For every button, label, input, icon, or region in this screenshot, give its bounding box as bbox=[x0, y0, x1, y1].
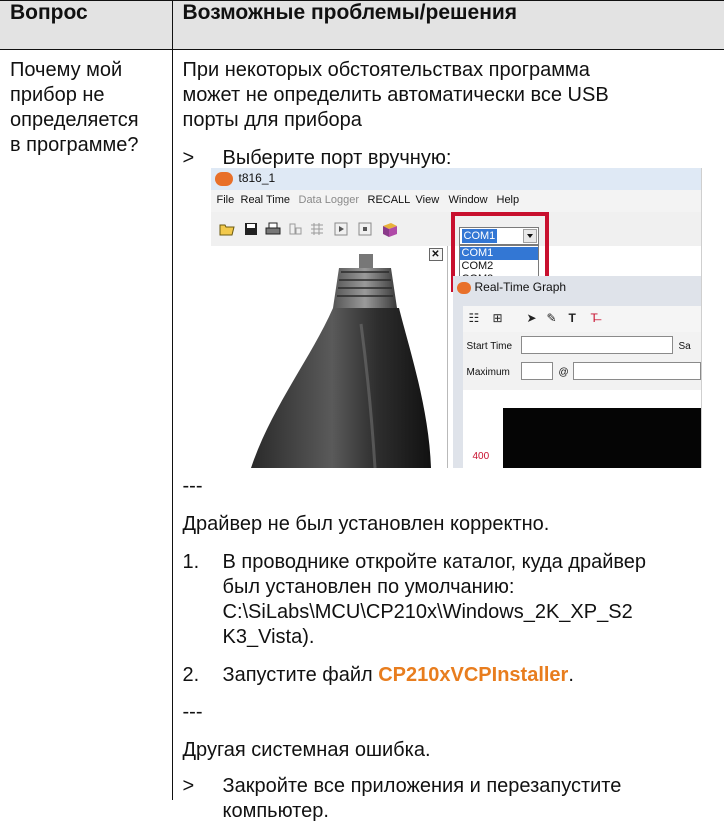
header-question: Вопрос bbox=[0, 1, 172, 50]
edit-icon[interactable]: ✎ bbox=[547, 312, 557, 325]
sample-label: Sa bbox=[679, 340, 691, 353]
step-line: был установлен по умолчанию: bbox=[223, 575, 647, 600]
realtime-graph-title: Real-Time Graph bbox=[475, 281, 567, 294]
menu-bar: File Real Time Data Logger RECALL View W… bbox=[211, 190, 701, 212]
cursor-icon[interactable]: ➤ bbox=[527, 312, 537, 325]
save-icon[interactable] bbox=[243, 222, 259, 236]
testo-logo-icon bbox=[215, 172, 233, 186]
step-text: Запустите файл CP210xVCPInstaller. bbox=[223, 663, 574, 688]
menu-real-time[interactable]: Real Time bbox=[241, 194, 291, 207]
window-title: t816_1 bbox=[239, 172, 276, 185]
step-text: Закройте все приложения и перезапустите … bbox=[223, 774, 622, 824]
step-marker: > bbox=[183, 146, 213, 171]
window-titlebar: t816_1 bbox=[211, 168, 701, 191]
at-label: @ bbox=[559, 366, 569, 379]
step-line: компьютер. bbox=[223, 799, 622, 824]
graph-toolbar: ☷ ⊞ ➤ ✎ T T̶ bbox=[463, 306, 701, 332]
realtime-graph-window: Real-Time Graph ☷ ⊞ ➤ ✎ T T̶ Start Time … bbox=[453, 276, 701, 468]
installer-file-name: CP210xVCPInstaller bbox=[378, 664, 568, 686]
step-marker: 2. bbox=[183, 663, 213, 688]
grid-icon[interactable] bbox=[309, 222, 325, 236]
answer-cell: При некоторых обстоятельствах программа … bbox=[172, 50, 724, 801]
system-error: Другая системная ошибка. bbox=[183, 738, 724, 763]
question-line: в программе? bbox=[10, 133, 168, 158]
driver-problem: Драйвер не был установлен корректно. bbox=[183, 512, 724, 537]
menu-data-logger[interactable]: Data Logger bbox=[299, 194, 360, 207]
separator: --- bbox=[183, 700, 724, 725]
menu-recall[interactable]: RECALL bbox=[368, 194, 411, 207]
maximum-time-input[interactable] bbox=[573, 362, 701, 380]
start-time-label: Start Time bbox=[467, 340, 513, 353]
maximum-label: Maximum bbox=[467, 366, 510, 379]
graph-axis-label: 400 bbox=[473, 450, 490, 463]
print-icon[interactable] bbox=[265, 222, 281, 236]
step-text: В проводнике откройте каталог, куда драй… bbox=[223, 550, 647, 650]
menu-window[interactable]: Window bbox=[449, 194, 488, 207]
question-line: прибор не bbox=[10, 83, 168, 108]
menu-view[interactable]: View bbox=[416, 194, 440, 207]
start-time-input[interactable] bbox=[521, 336, 673, 354]
maximum-input[interactable] bbox=[521, 362, 553, 380]
faq-table: Вопрос Возможные проблемы/решения Почему… bbox=[0, 0, 724, 800]
channel-icon[interactable]: ⊞ bbox=[493, 312, 503, 325]
driver-path: C:\SiLabs\MCU\CP210x\Windows_2K_XP_S2 bbox=[223, 600, 647, 625]
table-header-row: Вопрос Возможные проблемы/решения bbox=[0, 1, 724, 50]
device-icon[interactable] bbox=[287, 222, 303, 236]
step-prefix: Запустите файл bbox=[223, 664, 379, 686]
testo-logo-icon bbox=[457, 282, 471, 294]
stop-icon[interactable] bbox=[357, 222, 373, 236]
open-folder-icon[interactable] bbox=[219, 222, 235, 236]
graph-plot bbox=[503, 408, 701, 468]
separator: --- bbox=[183, 474, 724, 499]
play-icon[interactable] bbox=[333, 222, 349, 236]
step-marker: 1. bbox=[183, 550, 213, 575]
intro-line: При некоторых обстоятельствах программа bbox=[183, 58, 724, 83]
step-marker: > bbox=[183, 774, 213, 799]
graph-area: 400 bbox=[463, 390, 701, 468]
graph-settings-form: Start Time Sa Maximum @ bbox=[463, 332, 701, 390]
question-cell: Почему мой прибор не определяется в прог… bbox=[0, 50, 172, 801]
menu-file[interactable]: File bbox=[217, 194, 235, 207]
delete-text-icon[interactable]: T̶ bbox=[591, 312, 598, 325]
intro-line: может не определить автоматически все US… bbox=[183, 83, 724, 108]
table-row: Почему мой прибор не определяется в прог… bbox=[0, 50, 724, 801]
software-screenshot: t816_1 File Real Time Data Logger RECALL… bbox=[211, 168, 702, 468]
step-line: Закройте все приложения и перезапустите bbox=[223, 774, 622, 799]
text-tool-icon[interactable]: T bbox=[569, 312, 576, 325]
intro-line: порты для прибора bbox=[183, 108, 724, 133]
probe-device-image bbox=[211, 254, 431, 468]
table-view-icon[interactable]: ☷ bbox=[469, 312, 480, 325]
close-icon[interactable]: ✕ bbox=[429, 248, 443, 261]
book-icon[interactable] bbox=[381, 222, 397, 236]
step-line: В проводнике откройте каталог, куда драй… bbox=[223, 550, 647, 575]
step-suffix: . bbox=[568, 664, 574, 686]
header-answer: Возможные проблемы/решения bbox=[172, 1, 724, 50]
menu-help[interactable]: Help bbox=[497, 194, 520, 207]
question-line: определяется bbox=[10, 108, 168, 133]
question-line: Почему мой bbox=[10, 58, 168, 83]
driver-path-end: K3_Vista). bbox=[223, 625, 647, 650]
